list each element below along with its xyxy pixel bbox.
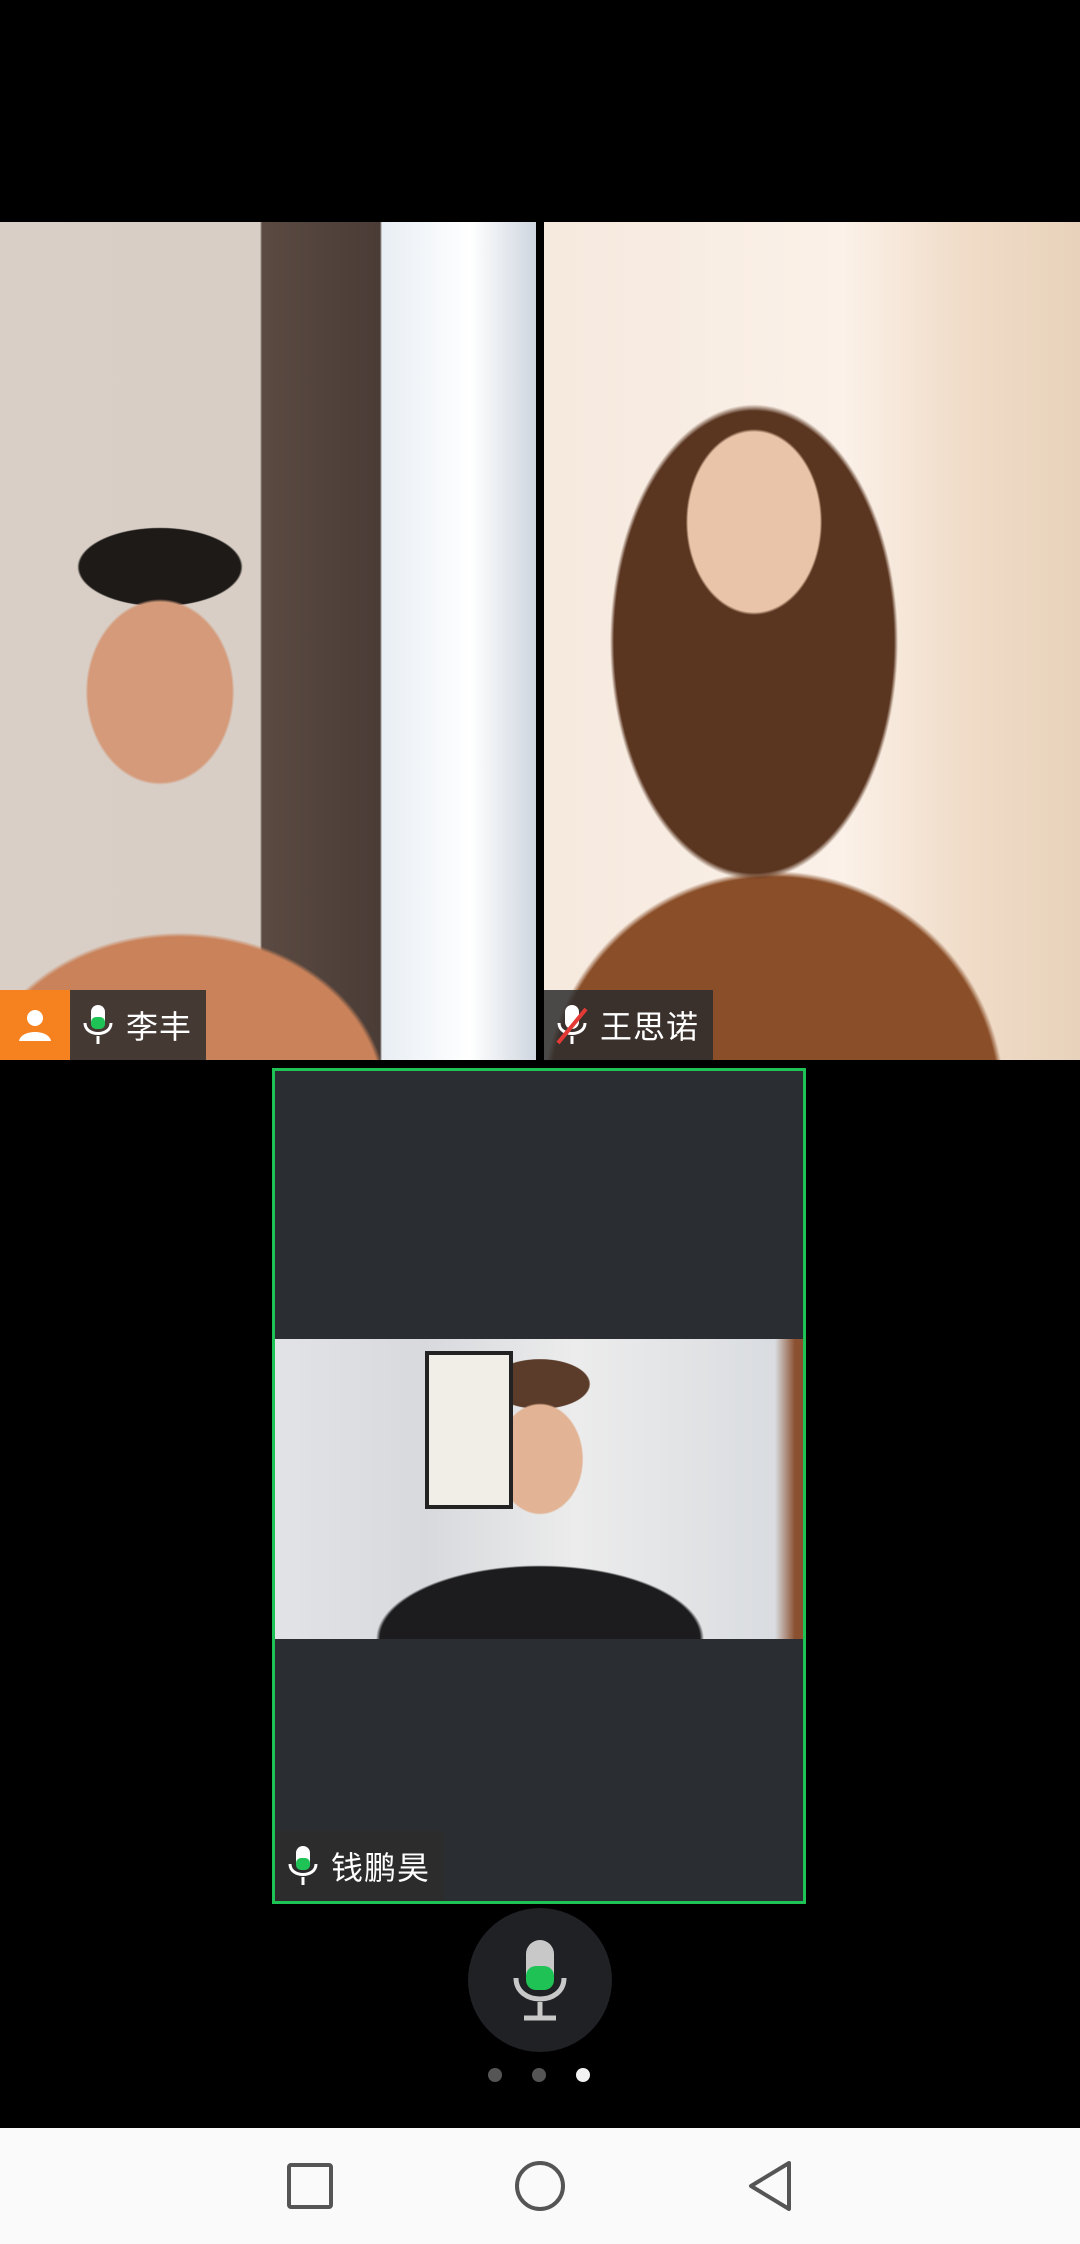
participant-video-3	[275, 1339, 803, 1639]
participant-label-1: 李丰	[0, 990, 207, 1060]
participant-name-1: 李丰	[126, 1008, 193, 1046]
participant-video-2	[544, 222, 1080, 1060]
system-navigation-bar	[0, 2128, 1080, 2244]
mic-on-icon	[70, 990, 126, 1060]
active-speaker-tile[interactable]: 钱鹏昊	[272, 1068, 806, 1904]
participant-tile-2[interactable]: 王思诺	[544, 222, 1080, 1060]
microphone-icon	[513, 1940, 567, 2021]
page-dot-2[interactable]	[532, 2068, 546, 2082]
page-indicator	[488, 2068, 590, 2082]
participant-label-3: 钱鹏昊	[275, 1831, 445, 1901]
participant-tile-1[interactable]: 李丰	[0, 222, 536, 1060]
host-icon	[0, 990, 70, 1060]
back-triangle-icon[interactable]	[740, 2156, 800, 2216]
mic-on-icon	[275, 1831, 331, 1901]
page-dot-1[interactable]	[488, 2068, 502, 2082]
home-circle-icon[interactable]	[510, 2156, 570, 2216]
participant-name-2: 王思诺	[600, 1008, 700, 1046]
mic-muted-icon	[544, 990, 600, 1060]
wall-calligraphy	[425, 1351, 513, 1509]
participant-video-1	[0, 222, 536, 1060]
participant-name-3: 钱鹏昊	[331, 1849, 431, 1887]
page-dot-3-active[interactable]	[576, 2068, 590, 2082]
participant-label-2: 王思诺	[544, 990, 714, 1060]
recents-square-icon[interactable]	[280, 2156, 340, 2216]
mic-toggle-button[interactable]	[468, 1908, 612, 2052]
